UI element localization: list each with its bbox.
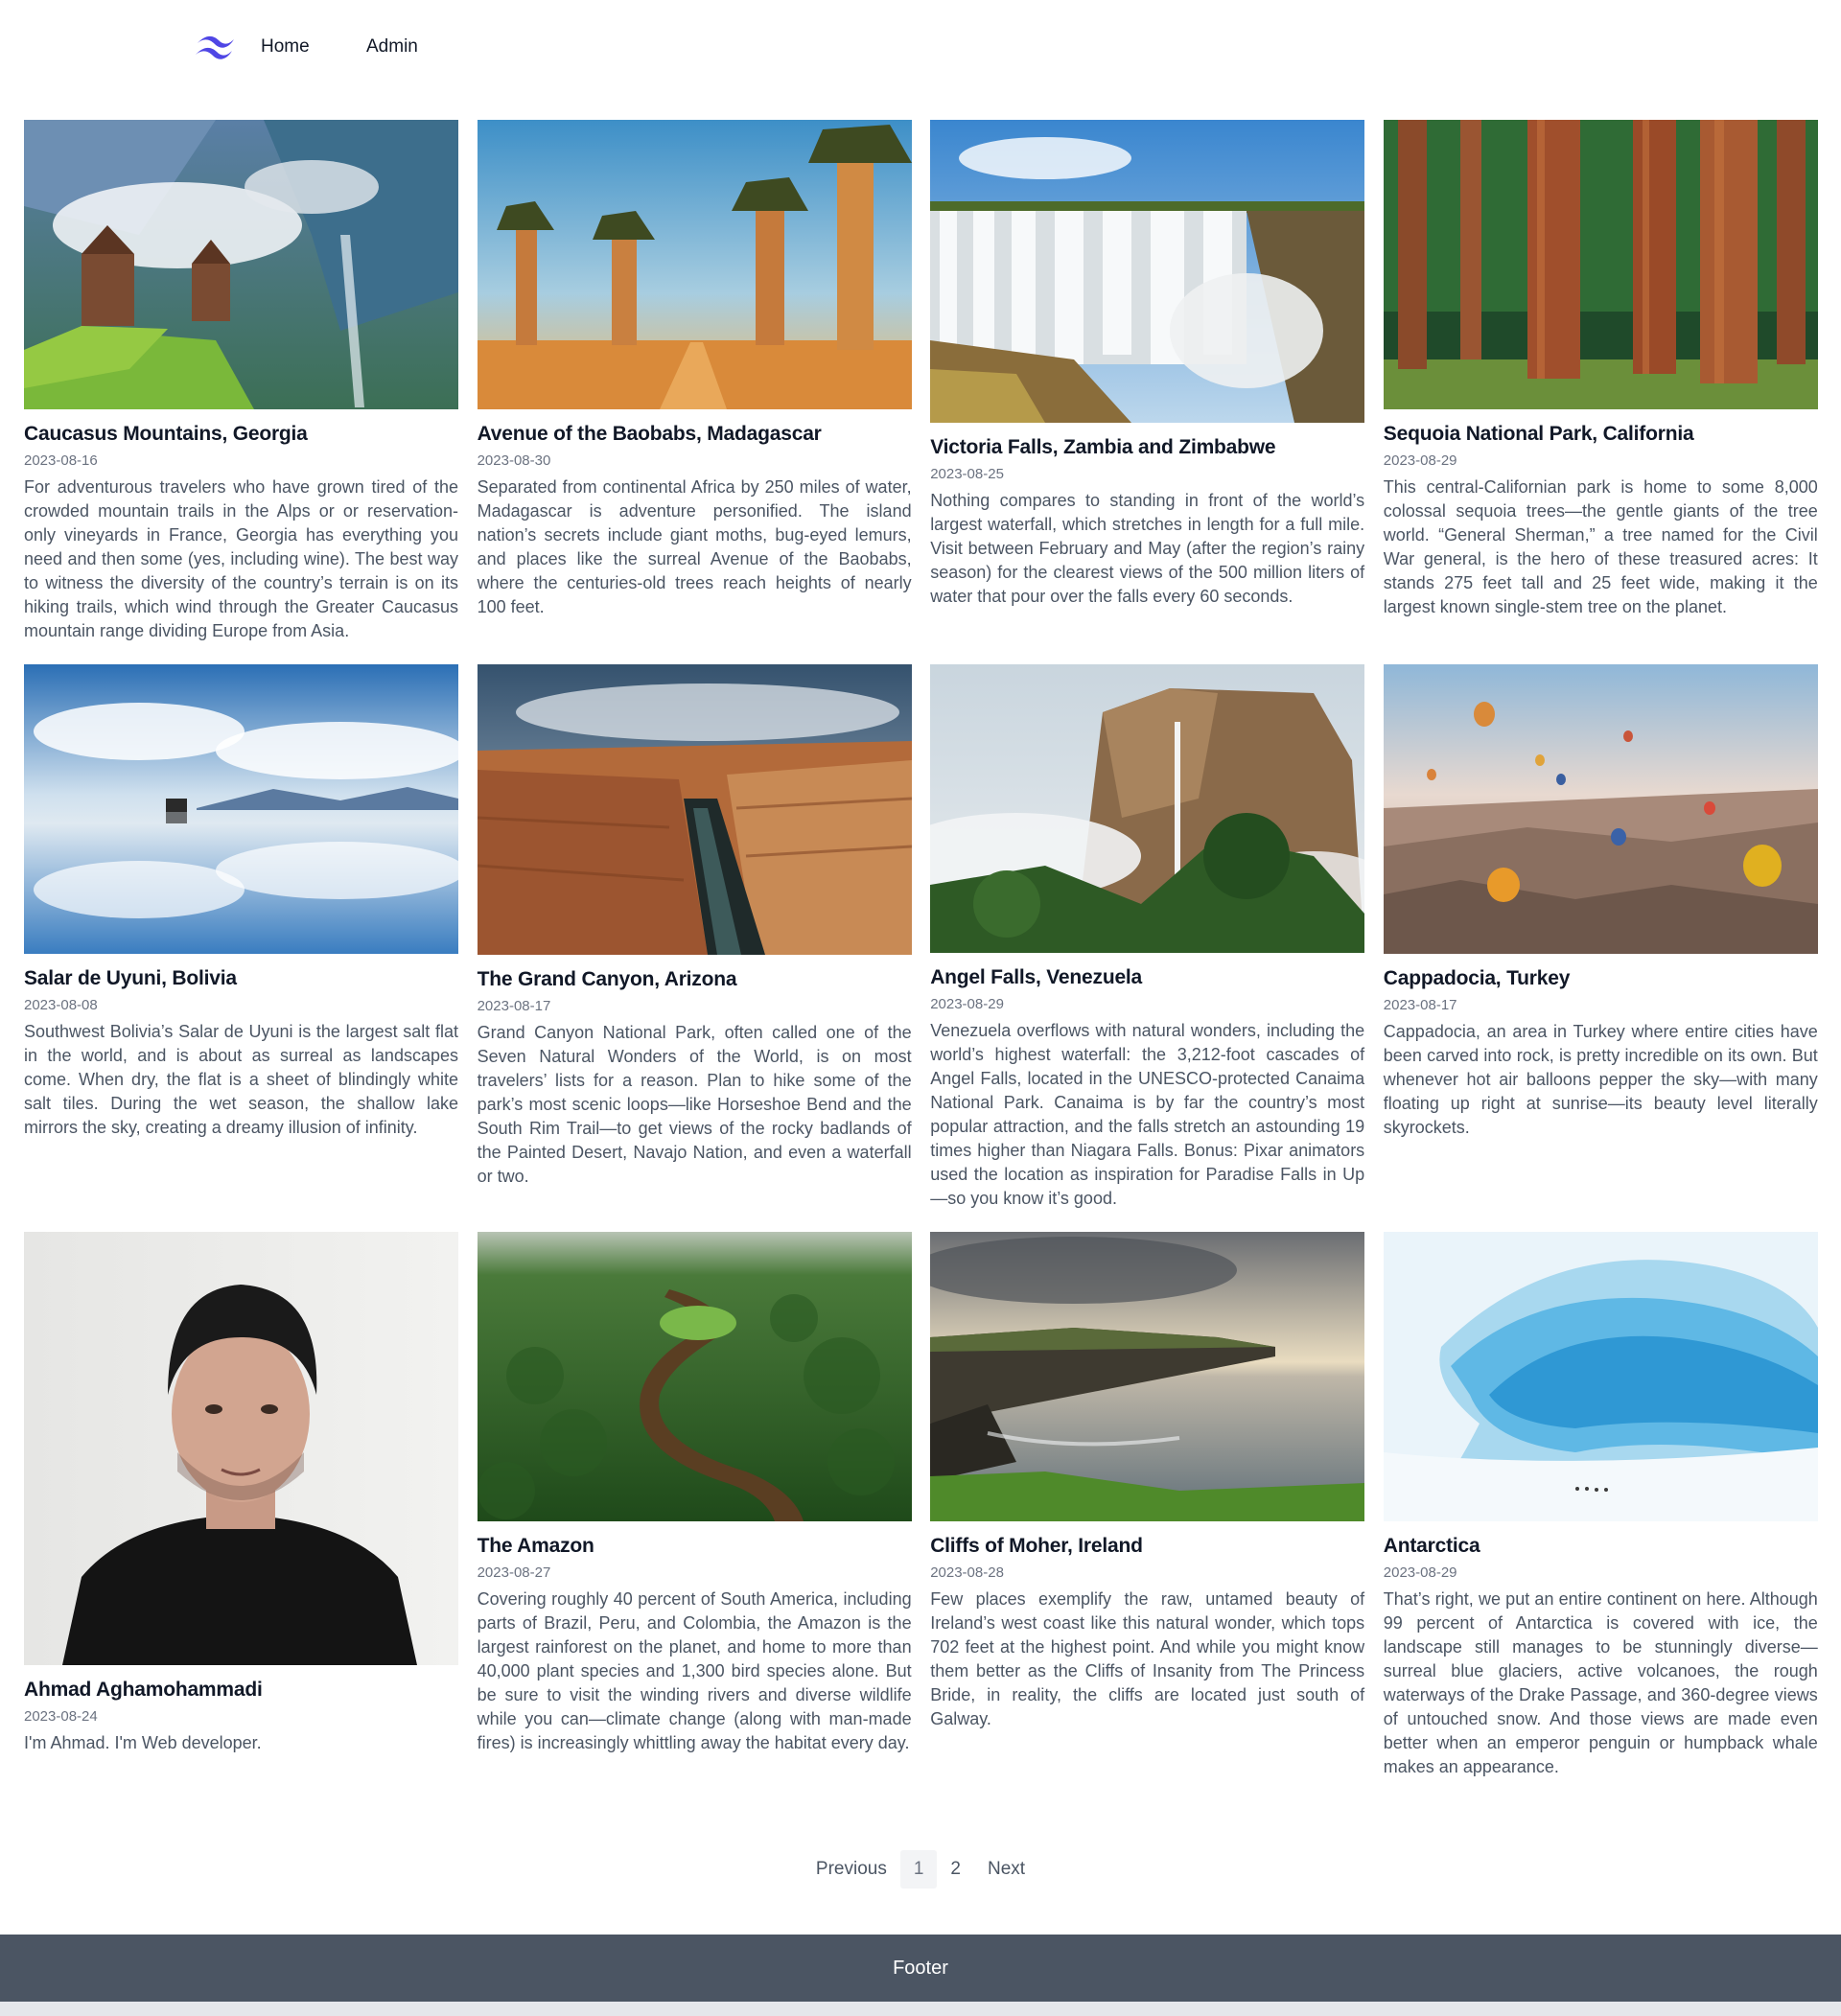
baobab-avenue-photo[interactable]	[477, 120, 912, 409]
page-bottom-strip	[0, 2002, 1841, 2016]
post-date: 2023-08-29	[1383, 1564, 1457, 1581]
post-date: 2023-08-17	[477, 998, 551, 1014]
post-excerpt: Few places exemplify the raw, untamed be…	[930, 1589, 1365, 1728]
post-date: 2023-08-17	[1383, 997, 1457, 1013]
footer-text: Footer	[893, 1957, 948, 1979]
post-title[interactable]: Ahmad Aghamohammadi	[24, 1678, 458, 1703]
post-title[interactable]: Antarctica	[1384, 1534, 1818, 1559]
post-card[interactable]: Antarctica 2023-08-29 That’s right, we p…	[1383, 1232, 1818, 1779]
post-date: 2023-08-27	[477, 1564, 551, 1581]
footer: Footer	[0, 1935, 1841, 2002]
caucasus-mountains-photo[interactable]	[24, 120, 458, 409]
post-card[interactable]: The Amazon 2023-08-27 Covering roughly 4…	[477, 1232, 912, 1779]
portrait-photo[interactable]	[24, 1232, 458, 1665]
previous-page-button[interactable]: Previous	[803, 1850, 900, 1889]
post-date: 2023-08-28	[930, 1564, 1004, 1581]
post-title[interactable]: The Amazon	[478, 1534, 912, 1559]
post-excerpt: Covering roughly 40 percent of South Ame…	[477, 1589, 912, 1752]
page-1-button[interactable]: 1	[899, 1850, 938, 1889]
post-card[interactable]: Cappadocia, Turkey 2023-08-17 Cappadocia…	[1383, 664, 1818, 1211]
salt-flat-photo[interactable]	[24, 664, 458, 954]
post-card[interactable]: Ahmad Aghamohammadi 2023-08-24 I'm Ahmad…	[24, 1232, 458, 1779]
navbar: Home Admin	[0, 0, 1841, 96]
page-2-button[interactable]: 2	[937, 1850, 974, 1889]
post-date: 2023-08-29	[1383, 452, 1457, 469]
cappadocia-balloons-photo[interactable]	[1383, 664, 1818, 954]
post-title[interactable]: Angel Falls, Venezuela	[930, 965, 1364, 990]
post-title[interactable]: Cappadocia, Turkey	[1384, 966, 1818, 991]
post-title[interactable]: The Grand Canyon, Arizona	[478, 967, 912, 992]
post-date: 2023-08-16	[24, 452, 98, 469]
post-date: 2023-08-25	[930, 466, 1004, 482]
post-card[interactable]: Sequoia National Park, California 2023-0…	[1383, 120, 1818, 643]
nav-home-link[interactable]: Home	[261, 36, 310, 58]
glacier-ice-photo[interactable]	[1383, 1232, 1818, 1521]
post-date: 2023-08-30	[477, 452, 551, 469]
post-title[interactable]: Salar de Uyuni, Bolivia	[24, 966, 458, 991]
amazon-river-photo[interactable]	[477, 1232, 912, 1521]
post-excerpt: That’s right, we put an entire continent…	[1383, 1589, 1818, 1776]
post-excerpt: This central-Californian park is home to…	[1383, 477, 1818, 616]
post-excerpt: For adventurous travelers who have grown…	[24, 477, 458, 640]
post-date: 2023-08-08	[24, 997, 98, 1013]
victoria-falls-photo[interactable]	[930, 120, 1365, 423]
post-excerpt: Separated from continental Africa by 250…	[477, 477, 912, 616]
post-excerpt: I'm Ahmad. I'm Web developer.	[24, 1733, 262, 1752]
sea-cliffs-photo[interactable]	[930, 1232, 1365, 1521]
post-card[interactable]: The Grand Canyon, Arizona 2023-08-17 Gra…	[477, 664, 912, 1211]
post-card[interactable]: Salar de Uyuni, Bolivia 2023-08-08 South…	[24, 664, 458, 1211]
posts-grid: Caucasus Mountains, Georgia 2023-08-16 F…	[24, 120, 1818, 1779]
logo-icon[interactable]	[192, 32, 238, 60]
post-excerpt: Nothing compares to standing in front of…	[930, 491, 1365, 606]
grand-canyon-photo[interactable]	[477, 664, 912, 955]
post-excerpt: Cappadocia, an area in Turkey where enti…	[1383, 1022, 1818, 1137]
post-excerpt: Venezuela overflows with natural wonders…	[930, 1021, 1365, 1208]
next-page-button[interactable]: Next	[974, 1850, 1038, 1889]
post-title[interactable]: Victoria Falls, Zambia and Zimbabwe	[930, 435, 1364, 460]
post-title[interactable]: Avenue of the Baobabs, Madagascar	[478, 422, 912, 447]
post-card[interactable]: Angel Falls, Venezuela 2023-08-29 Venezu…	[930, 664, 1365, 1211]
post-date: 2023-08-24	[24, 1708, 98, 1725]
angel-falls-photo[interactable]	[930, 664, 1365, 953]
nav-admin-link[interactable]: Admin	[366, 36, 418, 58]
post-excerpt: Southwest Bolivia’s Salar de Uyuni is th…	[24, 1022, 458, 1137]
pagination: Previous 1 2 Next	[0, 1850, 1841, 1889]
post-title[interactable]: Cliffs of Moher, Ireland	[930, 1534, 1364, 1559]
post-card[interactable]: Cliffs of Moher, Ireland 2023-08-28 Few …	[930, 1232, 1365, 1779]
sequoia-forest-photo[interactable]	[1383, 120, 1818, 409]
post-date: 2023-08-29	[930, 996, 1004, 1012]
post-excerpt: Grand Canyon National Park, often called…	[477, 1023, 912, 1186]
post-title[interactable]: Caucasus Mountains, Georgia	[24, 422, 458, 447]
post-card[interactable]: Victoria Falls, Zambia and Zimbabwe 2023…	[930, 120, 1365, 643]
post-card[interactable]: Avenue of the Baobabs, Madagascar 2023-0…	[477, 120, 912, 643]
post-card[interactable]: Caucasus Mountains, Georgia 2023-08-16 F…	[24, 120, 458, 643]
post-title[interactable]: Sequoia National Park, California	[1384, 422, 1818, 447]
